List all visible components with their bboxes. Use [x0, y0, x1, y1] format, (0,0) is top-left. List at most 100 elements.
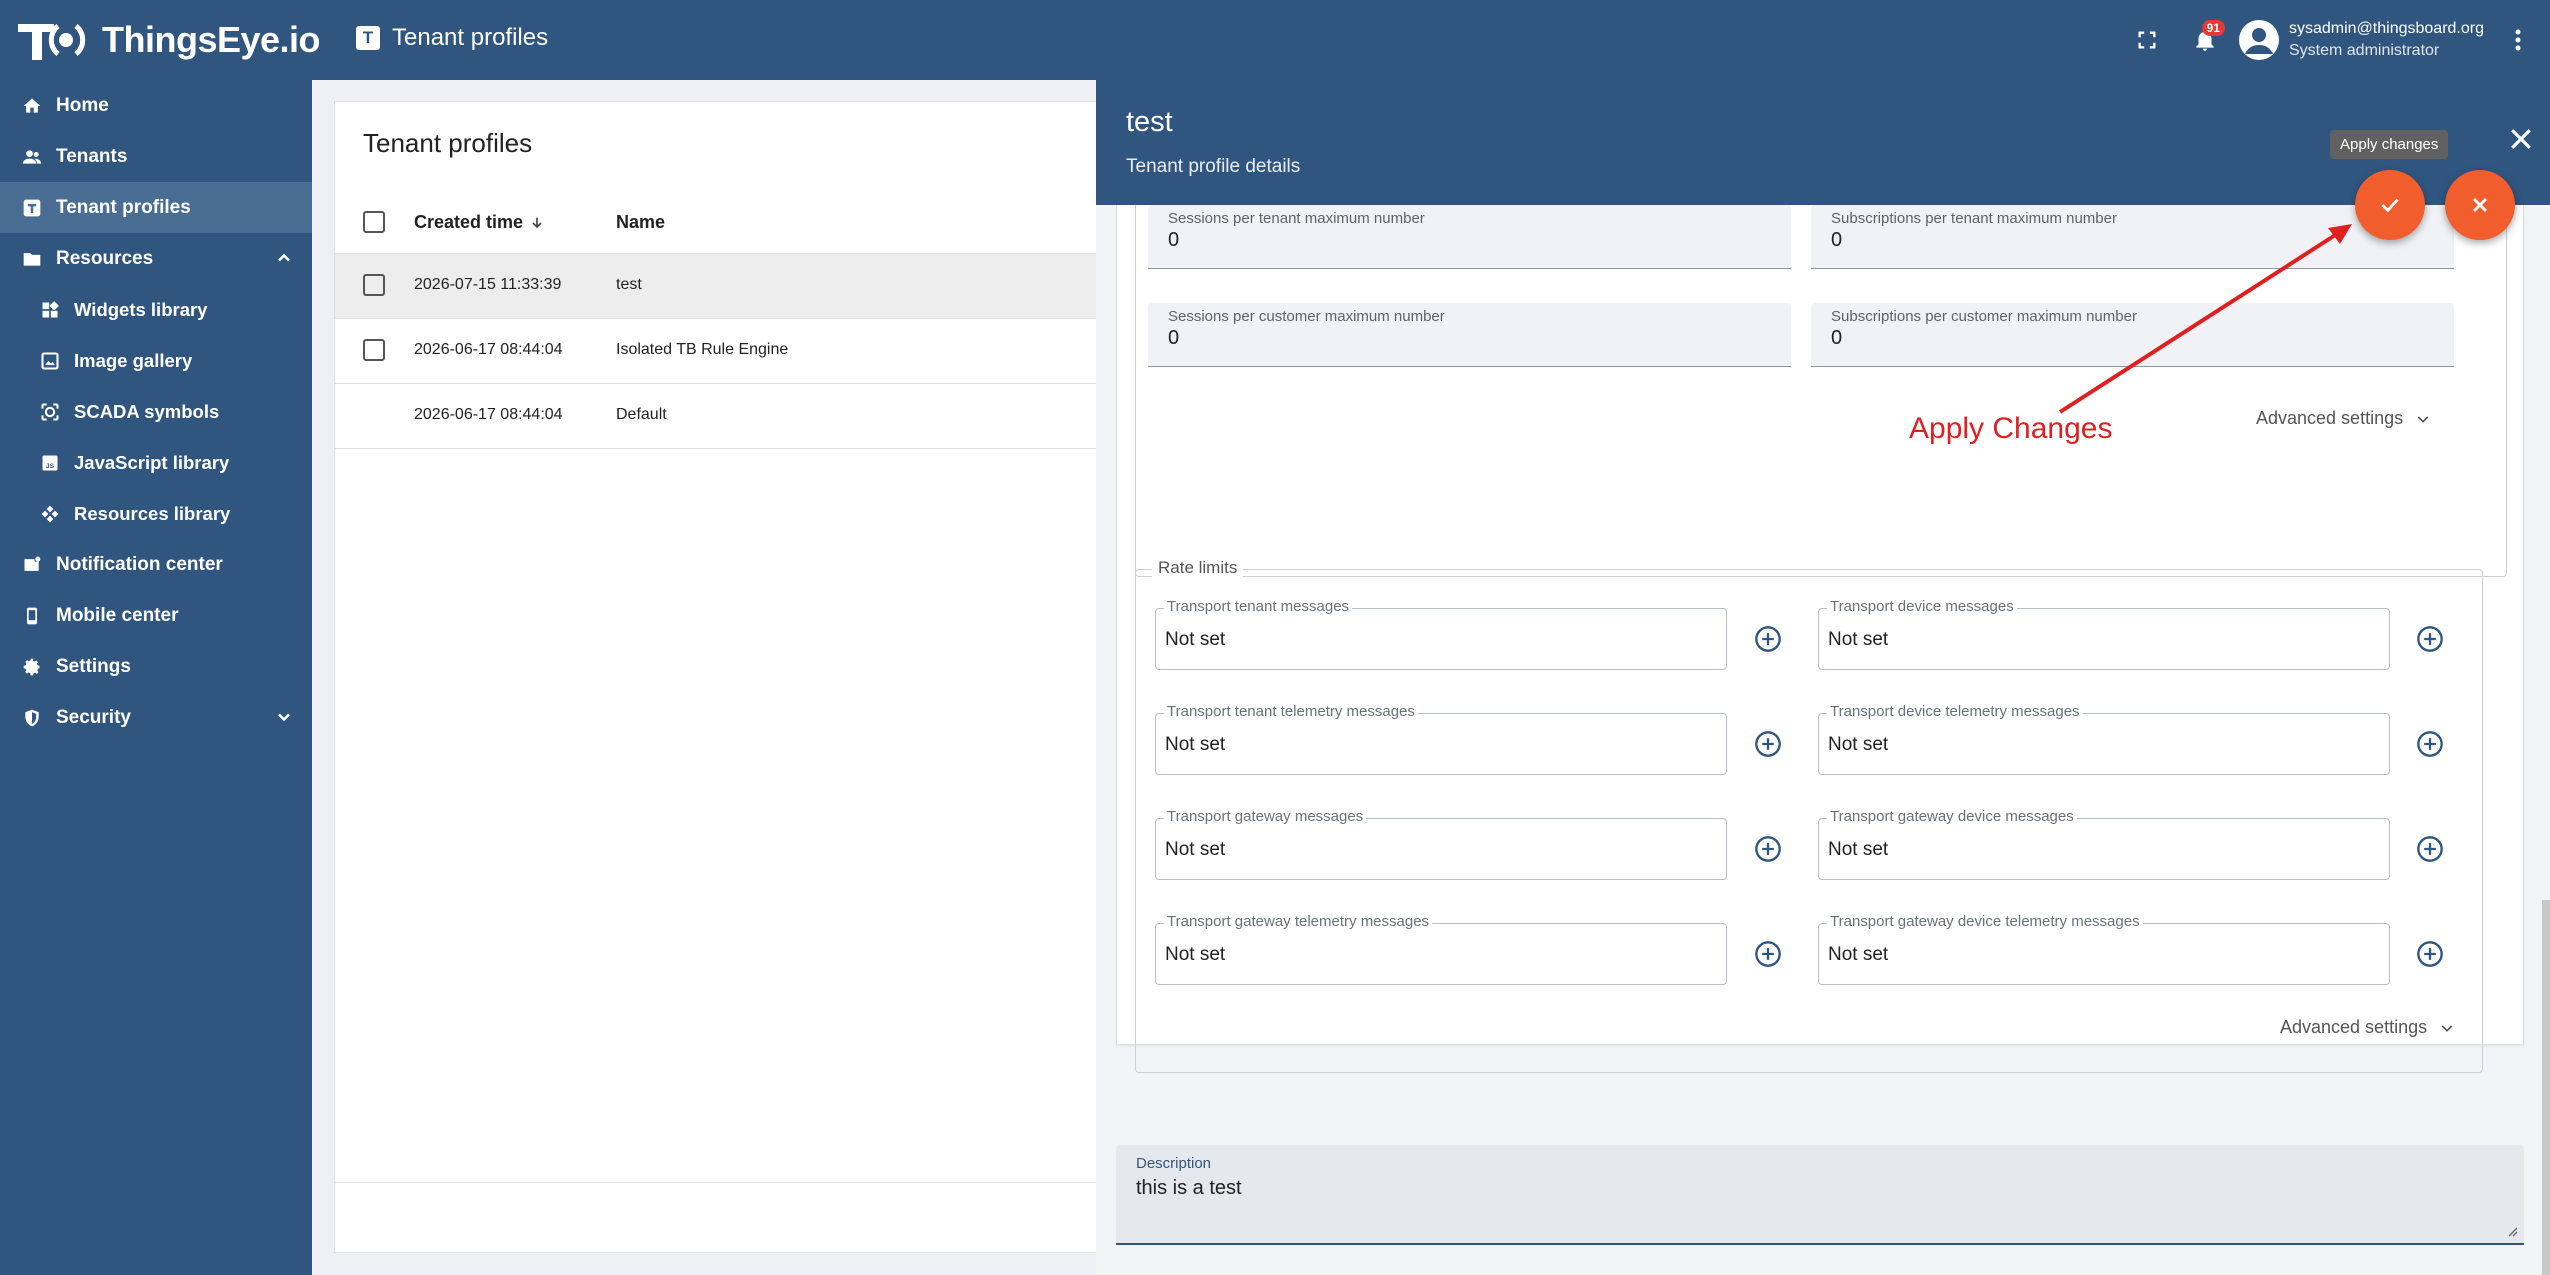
field-value: Not set	[1165, 629, 1226, 650]
sessions-per-customer-field[interactable]: Sessions per customer maximum number 0	[1148, 303, 1791, 367]
notifications-button[interactable]: 91	[2185, 20, 2225, 60]
user-info[interactable]: sysadmin@thingsboard.org System administ…	[2289, 18, 2484, 62]
sidebar-item-scada-symbols[interactable]: SCADA symbols	[0, 386, 312, 437]
field-value: 0	[1831, 327, 1843, 349]
decline-changes-button[interactable]	[2445, 170, 2515, 240]
close-details-button[interactable]	[2506, 124, 2536, 154]
chevron-down-icon	[2417, 415, 2429, 423]
field-value: this is a test	[1136, 1177, 1242, 1199]
folder-icon	[22, 249, 42, 269]
notification-count-badge: 91	[2201, 20, 2225, 36]
field-label: Transport gateway messages	[1164, 808, 1367, 825]
transport-gateway-device-telemetry-messages-field[interactable]: Transport gateway device telemetry messa…	[1818, 913, 2390, 985]
add-circle-icon[interactable]	[1754, 835, 1782, 863]
sidebar-item-label: Security	[56, 706, 131, 728]
tenant-profile-details-panel: test Tenant profile details Sessions per…	[1096, 80, 2550, 1275]
sidebar-item-widgets-library[interactable]: Widgets library	[0, 284, 312, 335]
logo-icon	[14, 16, 98, 64]
advanced-settings-toggle[interactable]: Advanced settings	[2280, 1017, 2455, 1038]
description-field[interactable]: Description this is a test	[1116, 1145, 2524, 1245]
transport-device-messages-field[interactable]: Transport device messages Not set	[1818, 598, 2390, 670]
table-row[interactable]: 2026-06-17 08:44:04 Isolated TB Rule Eng…	[335, 319, 1135, 384]
more-menu-button[interactable]	[2498, 20, 2538, 60]
sidebar-item-label: Image gallery	[74, 349, 193, 371]
add-circle-icon[interactable]	[2416, 940, 2444, 968]
transport-device-telemetry-messages-field[interactable]: Transport device telemetry messages Not …	[1818, 703, 2390, 775]
scrollbar[interactable]	[2542, 900, 2550, 1275]
sidebar-item-label: Notification center	[56, 553, 223, 575]
advanced-settings-label: Advanced settings	[2280, 1017, 2428, 1037]
mobile-icon	[22, 606, 42, 626]
add-circle-icon[interactable]	[1754, 730, 1782, 758]
field-value: Not set	[1165, 839, 1226, 860]
sidebar-item-image-gallery[interactable]: Image gallery	[0, 335, 312, 386]
table-row[interactable]: 2026-07-15 11:33:39 test	[335, 254, 1135, 319]
field-label: Sessions per customer maximum number	[1168, 308, 1445, 325]
column-header-name[interactable]: Name	[616, 212, 665, 233]
resize-handle-icon[interactable]	[2506, 1225, 2518, 1237]
rate-limits-group: Rate limits Transport tenant messages No…	[1135, 558, 2483, 1073]
sidebar-item-security[interactable]: Security	[0, 692, 312, 743]
user-email: sysadmin@thingsboard.org	[2288, 20, 2484, 37]
chevron-up-icon	[278, 253, 290, 262]
image-icon	[40, 351, 60, 371]
avatar[interactable]	[2238, 20, 2279, 60]
row-checkbox[interactable]	[363, 274, 385, 296]
sidebar-item-tenant-profiles[interactable]: Tenant profiles	[0, 182, 312, 233]
cell-created-time: 2026-06-17 08:44:04	[414, 406, 563, 423]
brand-logo[interactable]: ThingsEye.io	[14, 14, 321, 66]
close-icon	[2511, 129, 2531, 149]
sidebar-item-resources[interactable]: Resources	[0, 233, 312, 284]
apply-changes-button[interactable]	[2355, 170, 2425, 240]
cell-created-time: 2026-07-15 11:33:39	[414, 276, 562, 293]
more-vert-icon	[2515, 29, 2521, 51]
row-checkbox[interactable]	[363, 339, 385, 361]
sidebar-item-label: Mobile center	[56, 604, 179, 626]
add-circle-icon[interactable]	[1754, 940, 1782, 968]
sidebar-item-mobile-center[interactable]: Mobile center	[0, 590, 312, 641]
sidebar-item-javascript-library[interactable]: JS JavaScript library	[0, 437, 312, 488]
profile-configuration-card: Sessions per tenant maximum number 0 Sub…	[1116, 205, 2524, 1073]
table-header: Created time Name	[335, 190, 1135, 254]
page-header: T Tenant profiles	[356, 24, 548, 52]
add-circle-icon[interactable]	[2416, 835, 2444, 863]
subscriptions-per-customer-field[interactable]: Subscriptions per customer maximum numbe…	[1811, 303, 2454, 367]
user-role: System administrator	[2288, 42, 2440, 59]
sidebar-item-resources-library[interactable]: Resources library	[0, 488, 312, 539]
sidebar-item-home[interactable]: Home	[0, 80, 312, 131]
sidebar-item-notification-center[interactable]: Notification center	[0, 539, 312, 590]
list-title: Tenant profiles	[363, 128, 533, 158]
transport-gateway-telemetry-messages-field[interactable]: Transport gateway telemetry messages Not…	[1155, 913, 1727, 985]
advanced-settings-toggle[interactable]: Advanced settings	[2256, 408, 2431, 429]
column-header-created-time[interactable]: Created time	[414, 212, 545, 233]
notification-icon	[22, 555, 42, 575]
scada-icon	[40, 402, 60, 422]
add-circle-icon[interactable]	[1754, 625, 1782, 653]
select-all-checkbox[interactable]	[363, 211, 385, 233]
rate-limits-legend: Rate limits	[1152, 558, 1244, 578]
field-value: Not set	[1828, 629, 1889, 650]
field-value: Not set	[1828, 734, 1889, 755]
sidebar-item-settings[interactable]: Settings	[0, 641, 312, 692]
sidebar-item-label: Resources library	[74, 502, 231, 524]
top-actions: 91 sysadmin@thingsboard.org System admin…	[2127, 0, 2550, 80]
add-circle-icon[interactable]	[2416, 730, 2444, 758]
sidebar-item-label: SCADA symbols	[74, 400, 220, 422]
sessions-per-tenant-field[interactable]: Sessions per tenant maximum number 0	[1148, 205, 1791, 269]
brand-name: ThingsEye.io	[102, 19, 321, 60]
field-label: Subscriptions per customer maximum numbe…	[1831, 308, 2137, 325]
sidebar-item-tenants[interactable]: Tenants	[0, 131, 312, 182]
transport-gateway-messages-field[interactable]: Transport gateway messages Not set	[1155, 808, 1727, 880]
transport-gateway-device-messages-field[interactable]: Transport gateway device messages Not se…	[1818, 808, 2390, 880]
transport-tenant-telemetry-messages-field[interactable]: Transport tenant telemetry messages Not …	[1155, 703, 1727, 775]
transport-tenant-messages-field[interactable]: Transport tenant messages Not set	[1155, 598, 1727, 670]
gear-icon	[22, 657, 42, 677]
close-icon	[2473, 198, 2487, 212]
fullscreen-button[interactable]	[2127, 20, 2167, 60]
details-body: Sessions per tenant maximum number 0 Sub…	[1096, 205, 2550, 1275]
add-circle-icon[interactable]	[2416, 625, 2444, 653]
cell-created-time: 2026-06-17 08:44:04	[414, 341, 563, 358]
field-label: Transport gateway telemetry messages	[1164, 913, 1433, 930]
svg-text:JS: JS	[46, 463, 55, 470]
table-row[interactable]: 2026-06-17 08:44:04 Default	[335, 384, 1135, 449]
